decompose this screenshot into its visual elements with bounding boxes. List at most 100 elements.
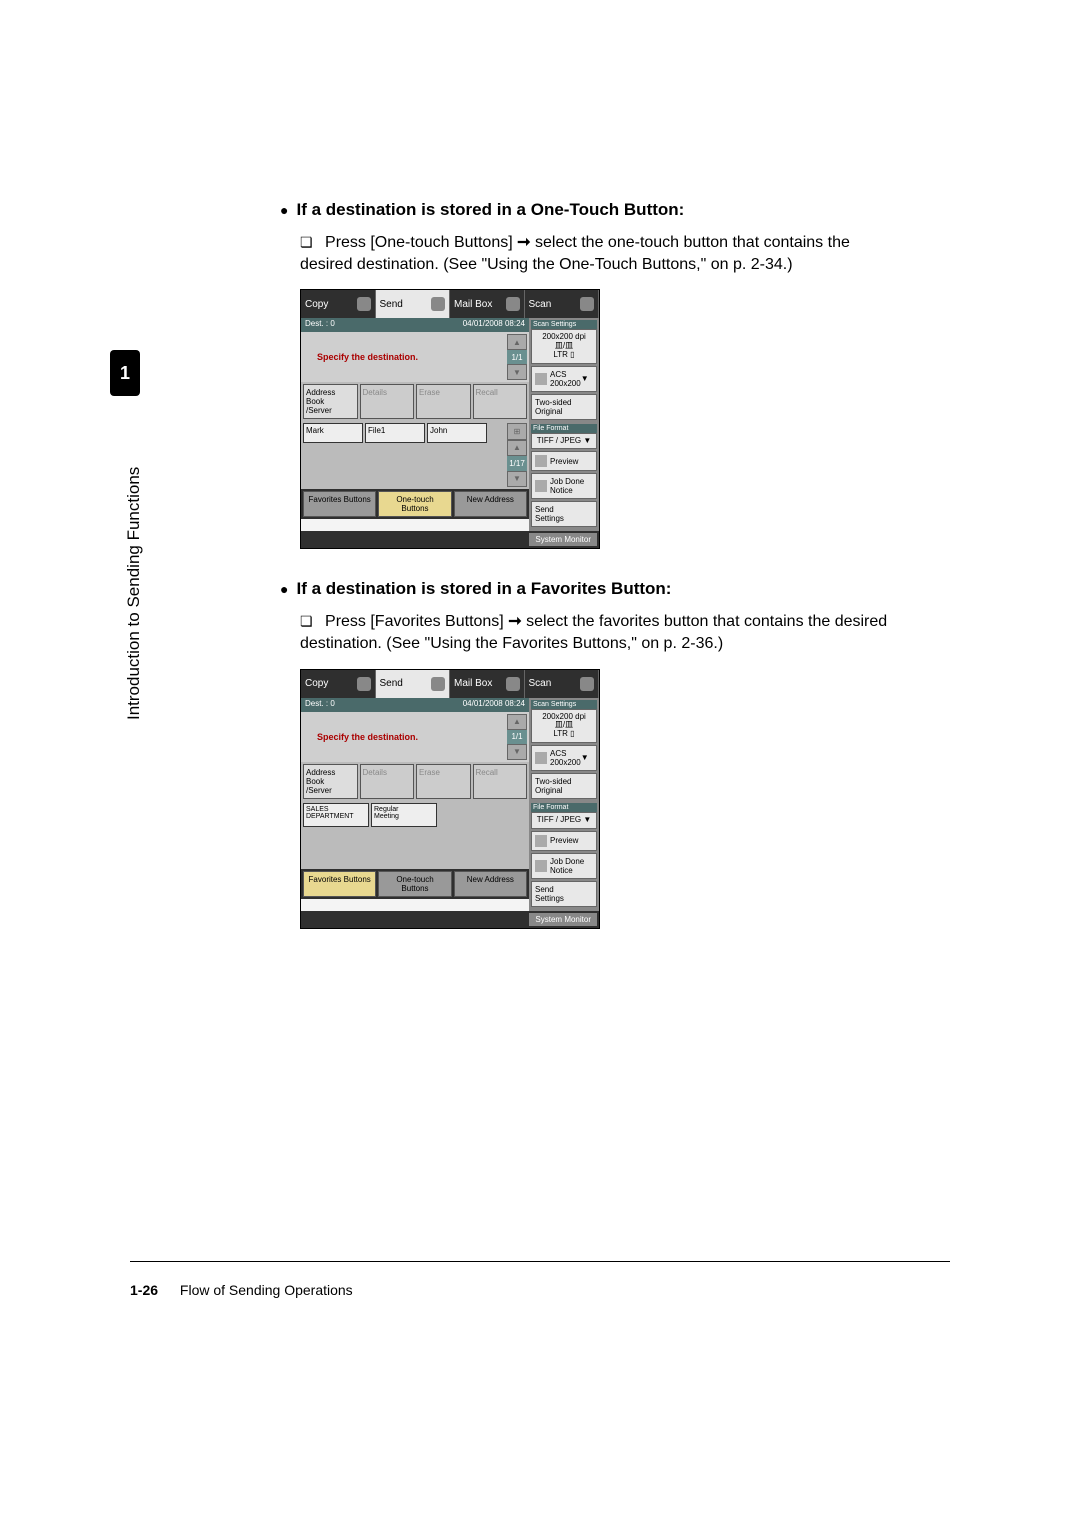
footer-title: Flow of Sending Operations [180, 1282, 353, 1298]
scroll-down-icon[interactable]: ▼ [507, 744, 527, 760]
favorites-row: SALES DEPARTMENT Regular Meeting [301, 801, 529, 869]
dest-scroll: ▲ 1/1 ▼ [507, 714, 527, 760]
twosided-box[interactable]: Two-sided Original [531, 773, 597, 799]
jobdone-icon [535, 860, 547, 872]
dest-info-bar: Dest. : 0 04/01/2008 08:24 [301, 318, 529, 332]
favorites-buttons-tab[interactable]: Favorites Buttons [303, 871, 376, 897]
sidebar-section-title: Introduction to Sending Functions [124, 467, 144, 720]
chapter-rail: 1 [110, 350, 140, 396]
erase-button[interactable]: Erase [416, 384, 471, 419]
onetouch-john[interactable]: John [427, 423, 487, 443]
scan-settings-col: Scan Settings 200x200 dpi 皿/皿 LTR ▯ ACS … [529, 698, 599, 911]
tab-copy[interactable]: Copy [301, 670, 376, 698]
resolution-box[interactable]: 200x200 dpi 皿/皿 LTR ▯ [531, 329, 597, 363]
arrow-icon: ➞ [517, 234, 535, 251]
preview-icon [535, 835, 547, 847]
jobdone-icon [535, 480, 547, 492]
content-area: If a destination is stored in a One-Touc… [100, 0, 980, 929]
system-bar: System Monitor [301, 911, 599, 928]
recall-button[interactable]: Recall [473, 384, 528, 419]
onetouch-buttons-tab[interactable]: One-touch Buttons [378, 491, 451, 517]
jobdone-box[interactable]: Job Done Notice [531, 473, 597, 499]
onetouch-page-indicator: 1/17 [507, 456, 527, 471]
fav-regular[interactable]: Regular Meeting [371, 803, 437, 827]
dest-message: Specify the destination. [317, 352, 418, 362]
page-number: 1-26 [130, 1282, 158, 1298]
new-address-tab[interactable]: New Address [454, 871, 527, 897]
scan-settings-label: Scan Settings [531, 700, 597, 709]
tab-mailbox[interactable]: Mail Box [450, 290, 525, 318]
acs-box[interactable]: ACS 200x200 ▼ [531, 745, 597, 771]
top-tabs: Copy Send Mail Box Scan [301, 670, 599, 698]
erase-button[interactable]: Erase [416, 764, 471, 799]
tab-scan[interactable]: Scan [525, 670, 600, 698]
tab-copy[interactable]: Copy [301, 290, 376, 318]
page: If a destination is stored in a One-Touc… [100, 0, 980, 1400]
preview-box[interactable]: Preview [531, 831, 597, 851]
instruction-onetouch: Press [One-touch Buttons] ➞ select the o… [300, 232, 900, 275]
onetouch-mark[interactable]: Mark [303, 423, 363, 443]
chapter-number: 1 [110, 350, 140, 396]
scroll-up-icon[interactable]: ▲ [507, 440, 527, 457]
new-address-tab[interactable]: New Address [454, 491, 527, 517]
sendsettings-box[interactable]: Send Settings [531, 881, 597, 907]
screen-panel-favorites: Copy Send Mail Box Scan Dest. : 0 04/01/… [300, 669, 600, 929]
details-button[interactable]: Details [360, 384, 415, 419]
details-button[interactable]: Details [360, 764, 415, 799]
instruction-favorites: Press [Favorites Buttons] ➞ select the f… [300, 611, 900, 654]
tab-send[interactable]: Send [376, 290, 451, 318]
sendsettings-box[interactable]: Send Settings [531, 501, 597, 527]
system-monitor-button[interactable]: System Monitor [529, 533, 597, 546]
file-format-box[interactable]: TIFF / JPEG ▼ [531, 433, 597, 450]
scroll-down-icon[interactable]: ▼ [507, 471, 527, 488]
scan-icon [580, 297, 594, 311]
address-book-button[interactable]: Address Book /Server [303, 764, 358, 799]
tab-mailbox[interactable]: Mail Box [450, 670, 525, 698]
twosided-box[interactable]: Two-sided Original [531, 394, 597, 420]
tab-send[interactable]: Send [376, 670, 451, 698]
dest-page-indicator: 1/1 [507, 730, 527, 744]
scan-icon [580, 677, 594, 691]
preview-icon [535, 455, 547, 467]
send-icon [431, 297, 445, 311]
jobdone-box[interactable]: Job Done Notice [531, 853, 597, 879]
address-book-button[interactable]: Address Book /Server [303, 384, 358, 419]
onetouch-row: Mark File1 John ⊞ ▲ 1/17 ▼ [301, 421, 529, 489]
system-bar: System Monitor [301, 531, 599, 548]
onetouch-file1[interactable]: File1 [365, 423, 425, 443]
mailbox-icon [506, 677, 520, 691]
page-footer: 1-26 Flow of Sending Operations [130, 1261, 950, 1298]
resolution-box[interactable]: 200x200 dpi 皿/皿 LTR ▯ [531, 709, 597, 743]
screen-panel-onetouch: Copy Send Mail Box Scan Dest. : 0 04/01/… [300, 289, 600, 549]
fav-sales[interactable]: SALES DEPARTMENT [303, 803, 369, 827]
dest-scroll: ▲ 1/1 ▼ [507, 334, 527, 380]
acs-icon [535, 752, 547, 764]
favorites-buttons-tab[interactable]: Favorites Buttons [303, 491, 376, 517]
scroll-down-icon[interactable]: ▼ [507, 364, 527, 380]
preview-box[interactable]: Preview [531, 451, 597, 471]
tab-scan[interactable]: Scan [525, 290, 600, 318]
acs-box[interactable]: ACS 200x200 ▼ [531, 366, 597, 392]
dest-info-bar: Dest. : 0 04/01/2008 08:24 [301, 698, 529, 712]
file-format-label: File Format [531, 424, 597, 433]
file-format-box[interactable]: TIFF / JPEG ▼ [531, 812, 597, 829]
acs-icon [535, 373, 547, 385]
scroll-up-icon[interactable]: ▲ [507, 334, 527, 350]
bottom-tabs: Favorites Buttons One-touch Buttons New … [301, 869, 529, 899]
destination-area: Specify the destination. ▲ 1/1 ▼ [301, 332, 529, 382]
jump-icon[interactable]: ⊞ [507, 423, 527, 440]
action-row: Address Book /Server Details Erase Recal… [301, 382, 529, 421]
onetouch-buttons-tab[interactable]: One-touch Buttons [378, 871, 451, 897]
copy-icon [357, 677, 371, 691]
mailbox-icon [506, 297, 520, 311]
system-monitor-button[interactable]: System Monitor [529, 913, 597, 926]
top-tabs: Copy Send Mail Box Scan [301, 290, 599, 318]
footer-rule [130, 1261, 950, 1262]
bottom-tabs: Favorites Buttons One-touch Buttons New … [301, 489, 529, 519]
file-format-label: File Format [531, 803, 597, 812]
destination-area: Specify the destination. ▲ 1/1 ▼ [301, 712, 529, 762]
instr1-a: Press [One-touch Buttons] [325, 234, 513, 251]
send-icon [431, 677, 445, 691]
recall-button[interactable]: Recall [473, 764, 528, 799]
scroll-up-icon[interactable]: ▲ [507, 714, 527, 730]
